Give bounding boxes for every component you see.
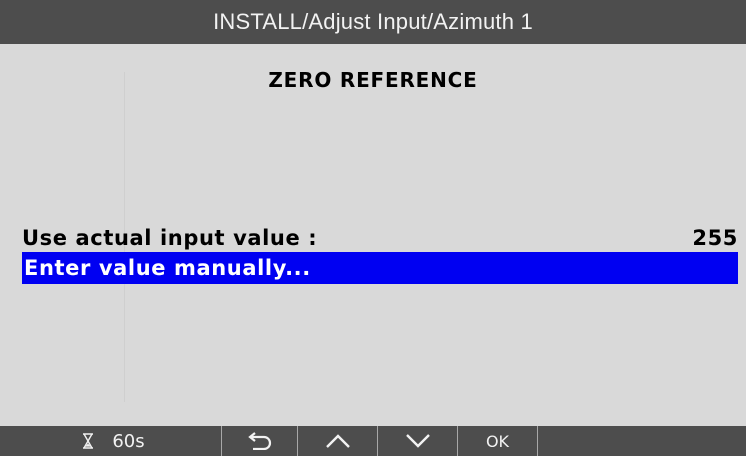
actual-input-value: 255	[692, 226, 738, 250]
chevron-down-icon	[405, 433, 431, 449]
back-button[interactable]	[222, 426, 298, 456]
option-label: Use actual input value :	[22, 226, 318, 250]
option-label: Enter value manually...	[24, 256, 311, 280]
option-enter-manually[interactable]: Enter value manually...	[22, 252, 738, 284]
chevron-up-icon	[325, 433, 351, 449]
empty-softkey	[538, 426, 746, 456]
timeout-indicator: 60s	[0, 426, 222, 456]
back-arrow-icon	[247, 432, 273, 450]
ok-button[interactable]: OK	[458, 426, 538, 456]
timeout-label: 60s	[112, 430, 145, 452]
scroll-down-button[interactable]	[378, 426, 458, 456]
bottom-toolbar: 60s OK	[0, 426, 746, 456]
main-panel: ZERO REFERENCE Use actual input value : …	[0, 44, 746, 426]
page-heading: ZERO REFERENCE	[268, 68, 478, 92]
option-use-actual-input[interactable]: Use actual input value : 255	[22, 222, 738, 254]
scroll-up-button[interactable]	[298, 426, 378, 456]
hourglass-icon	[82, 433, 94, 449]
window-title: INSTALL/Adjust Input/Azimuth 1	[0, 0, 746, 44]
